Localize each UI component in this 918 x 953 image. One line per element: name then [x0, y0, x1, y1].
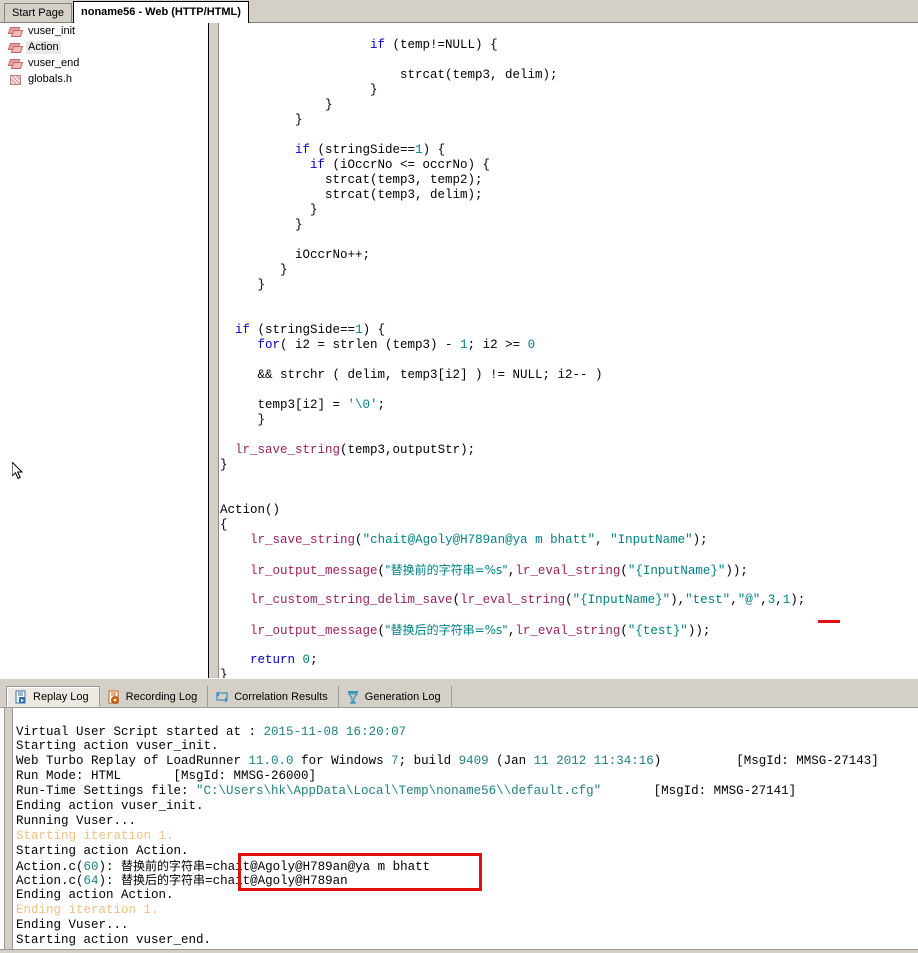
tree-item-vuser-init[interactable]: vuser_init: [0, 23, 207, 39]
log-tab-label: Correlation Results: [234, 690, 328, 703]
document-tab-start-page[interactable]: Start Page: [4, 3, 72, 22]
generation-log-icon: [346, 690, 360, 704]
tree-item-vuser-end[interactable]: vuser_end: [0, 55, 207, 71]
document-tab-bar: Start Page noname56 - Web (HTTP/HTML): [0, 0, 918, 23]
document-tab-noname56[interactable]: noname56 - Web (HTTP/HTML): [73, 1, 249, 23]
recording-log-icon: [107, 690, 121, 704]
panel-bottom-edge: [0, 949, 918, 953]
tree-item-action[interactable]: Action: [0, 39, 207, 55]
tab-recording-log[interactable]: Recording Log: [99, 686, 209, 707]
replay-log-icon: [14, 690, 28, 704]
log-output-area[interactable]: Virtual User Script started at : 2015-11…: [0, 707, 918, 953]
correlation-results-icon: [215, 690, 229, 704]
log-tab-label: Recording Log: [125, 690, 198, 703]
tree-item-label: globals.h: [28, 72, 73, 85]
tree-item-label: vuser_init: [28, 24, 76, 37]
editor-vertical-scrollbar[interactable]: [208, 23, 219, 678]
tree-item-globals-h[interactable]: globals.h: [0, 71, 207, 87]
script-tree-pane: vuser_init Action vuser_end globals.h: [0, 23, 208, 678]
document-tab-label: Start Page: [12, 7, 64, 19]
tab-correlation-results[interactable]: Correlation Results: [208, 686, 339, 707]
log-gutter: [4, 708, 13, 953]
log-output-text: Virtual User Script started at : 2015-11…: [16, 724, 879, 947]
code-editor-pane[interactable]: if (temp!=NULL) { strcat(temp3, delim); …: [220, 23, 918, 678]
action-brick-icon: [8, 25, 22, 37]
document-tab-label: noname56 - Web (HTTP/HTML): [81, 6, 241, 18]
main-split-area: vuser_init Action vuser_end globals.h if…: [0, 23, 918, 678]
tree-item-label: vuser_end: [28, 56, 80, 69]
log-tab-label: Replay Log: [33, 690, 89, 703]
action-brick-icon: [8, 41, 22, 53]
action-brick-icon: [8, 57, 22, 69]
tab-replay-log[interactable]: Replay Log: [6, 686, 100, 707]
mouse-cursor: [12, 462, 24, 480]
log-tab-bar: Replay Log Recording Log Correlation Res…: [0, 685, 918, 707]
log-tab-label: Generation Log: [364, 690, 441, 703]
tab-generation-log[interactable]: Generation Log: [338, 686, 452, 707]
output-log-panel: Replay Log Recording Log Correlation Res…: [0, 678, 918, 953]
header-file-icon: [8, 73, 22, 85]
red-underline-annotation: [818, 620, 840, 623]
code-editor-text[interactable]: if (temp!=NULL) { strcat(temp3, delim); …: [220, 38, 918, 679]
loadrunner-vugen-window: Start Page noname56 - Web (HTTP/HTML) vu…: [0, 0, 918, 953]
tree-item-label: Action: [26, 40, 61, 54]
